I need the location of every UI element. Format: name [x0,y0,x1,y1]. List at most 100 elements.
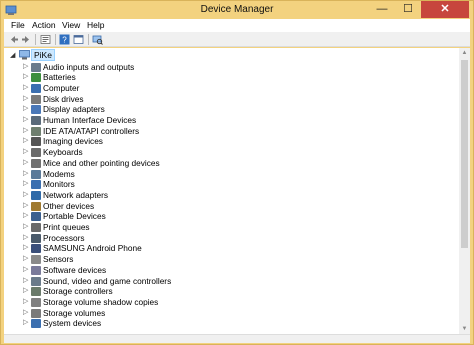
tree-category-item[interactable]: ▷ Human Interface Devices [4,115,444,126]
disk-icon [31,94,41,104]
help-icon[interactable]: ? [59,34,70,45]
tree-category-item[interactable]: ▷ Storage controllers [4,286,444,297]
tree-category-label: Sensors [43,254,74,265]
back-icon[interactable] [8,34,19,45]
collapse-arrow-icon[interactable]: ▷ [23,158,28,168]
status-bar [4,334,470,343]
tree-category-label: Print queues [43,222,90,232]
collapse-arrow-icon[interactable]: ▷ [23,254,28,264]
collapse-arrow-icon[interactable]: ▷ [23,169,28,179]
collapse-arrow-icon[interactable]: ▷ [23,308,28,318]
printer-icon [31,223,41,232]
tree-category-item[interactable]: ▷ Monitors [4,179,444,190]
tree-category-item[interactable]: ▷ Sensors [4,254,444,265]
tree-category-item[interactable]: ▷ Portable Devices [4,211,444,222]
scroll-down-arrow-icon[interactable]: ▼ [459,324,470,334]
collapse-arrow-icon[interactable]: ▷ [23,115,28,125]
collapse-arrow-icon[interactable]: ▷ [23,190,28,200]
collapse-arrow-icon[interactable]: ▷ [23,62,28,72]
tree-category-item[interactable]: ▷ Processors [4,233,444,244]
menu-file[interactable]: File [8,19,28,31]
tree-category-label: Disk drives [43,93,84,104]
tree-category-item[interactable]: ▷ Software devices [4,265,444,276]
tree-category-item[interactable]: ▷ Sound, video and game controllers [4,276,444,287]
title-bar[interactable]: Device Manager — ☐ ✕ [1,1,473,20]
collapse-arrow-icon[interactable]: ▷ [23,201,28,211]
collapse-arrow-icon[interactable]: ▷ [23,179,28,189]
scan-hardware-icon[interactable] [92,34,103,45]
portable-device-icon [31,212,41,222]
tree-category-item[interactable]: ▷ Disk drives [4,94,444,105]
tree-category-item[interactable]: ▷ System devices [4,318,444,329]
tree-category-item[interactable]: ▷ Mice and other pointing devices [4,158,444,169]
collapse-arrow-icon[interactable]: ▷ [23,136,28,146]
maximize-button[interactable]: ☐ [395,1,421,18]
menu-bar: File Action View Help [4,19,470,32]
scroll-up-arrow-icon[interactable]: ▲ [459,48,470,58]
tree-category-item[interactable]: ▷ Imaging devices [4,136,444,147]
tree-category-item[interactable]: ▷ Other devices [4,201,444,212]
tree-category-item[interactable]: ▷ Network adapters [4,190,444,201]
menu-help[interactable]: Help [84,19,107,31]
collapse-arrow-icon[interactable]: ▷ [23,126,28,136]
menu-action[interactable]: Action [29,19,59,31]
tree-category-item[interactable]: ▷ Audio inputs and outputs [4,62,444,73]
hid-icon [31,116,41,125]
tree-category-item[interactable]: ▷ SAMSUNG Android Phone [4,243,444,254]
tree-category-label: Audio inputs and outputs [43,61,135,72]
tree-category-item[interactable]: ▷ Batteries [4,72,444,83]
collapse-arrow-icon[interactable]: ▷ [23,233,28,243]
show-hidden-icon[interactable] [40,34,51,45]
tree-category-item[interactable]: ▷ IDE ATA/ATAPI controllers [4,126,444,137]
vertical-scrollbar[interactable]: ▲ ▼ [459,48,470,334]
tree-category-item[interactable]: ▷ Computer [4,83,444,94]
collapse-arrow-icon[interactable]: ▷ [23,147,28,157]
collapse-arrow-icon[interactable]: ▷ [23,104,28,114]
menu-view[interactable]: View [59,19,83,31]
collapse-arrow-icon[interactable]: ▷ [23,72,28,82]
tree-category-item[interactable]: ▷ Print queues [4,222,444,233]
collapse-arrow-icon[interactable]: ▷ [23,222,28,232]
tree-category-label: Monitors [43,179,75,190]
collapse-arrow-icon[interactable]: ▷ [23,286,28,296]
device-tree[interactable]: ◢ PiKe ▷ Audio inputs and outputs ▷ Batteri… [4,48,459,334]
speaker-icon [31,62,41,72]
collapse-arrow-icon[interactable]: ▷ [23,318,28,328]
modem-icon [31,169,41,179]
tree-category-label: Mice and other pointing devices [43,157,160,168]
software-device-icon [31,265,41,275]
forward-icon[interactable] [21,34,32,45]
battery-icon [31,73,41,83]
toolbar-separator [88,34,89,45]
tree-category-label: Storage volume shadow copies [43,296,159,307]
shadow-copy-icon [31,297,41,307]
storage-volume-icon [31,308,41,318]
unknown-device-icon [31,201,41,211]
collapse-arrow-icon[interactable]: ▷ [23,265,28,275]
tree-category-item[interactable]: ▷ Display adapters [4,104,444,115]
collapse-arrow-icon[interactable]: ▷ [23,94,28,104]
properties-icon[interactable] [73,34,84,45]
tree-category-label: Portable Devices [43,211,106,222]
sound-controller-icon [31,276,41,286]
network-adapter-icon [31,190,41,200]
minimize-button[interactable]: — [369,1,395,18]
tree-category-item[interactable]: ▷ Storage volume shadow copies [4,297,444,308]
expand-arrow-icon[interactable]: ◢ [10,51,15,59]
tree-category-item[interactable]: ▷ Storage volumes [4,308,444,319]
computer-icon [31,83,41,93]
collapse-arrow-icon[interactable]: ▷ [23,276,28,286]
collapse-arrow-icon[interactable]: ▷ [23,83,28,93]
collapse-arrow-icon[interactable]: ▷ [23,297,28,307]
tree-category-item[interactable]: ▷ Modems [4,169,444,180]
collapse-arrow-icon[interactable]: ▷ [23,211,28,221]
close-button[interactable]: ✕ [421,1,469,18]
system-device-icon [31,319,41,329]
tree-category-label: Software devices [43,264,107,275]
tree-root-label[interactable]: PiKe [31,49,55,61]
toolbar-separator [55,34,56,45]
tree-category-item[interactable]: ▷ Keyboards [4,147,444,158]
tree-category-label: Processors [43,232,85,243]
scrollbar-thumb[interactable] [461,60,468,248]
collapse-arrow-icon[interactable]: ▷ [23,243,28,253]
